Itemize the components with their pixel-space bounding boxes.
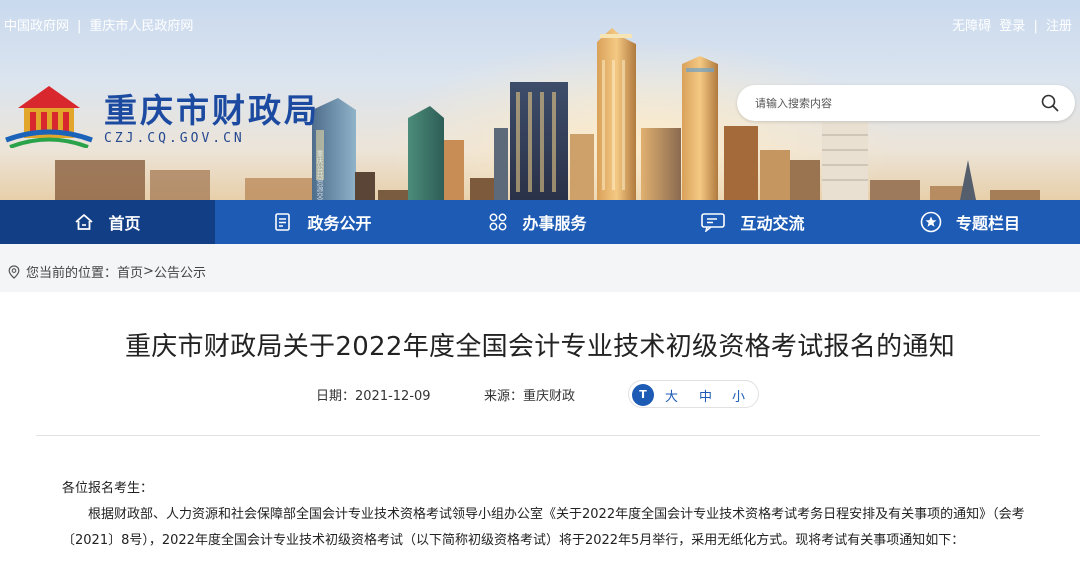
article-source: 来源：重庆财政 xyxy=(484,385,575,404)
main-nav: 首页 政务公开 办事服务 互动交流 专题栏目 xyxy=(0,200,1080,244)
document-icon xyxy=(275,213,291,231)
link-gov-cn[interactable]: 中国政府网 xyxy=(4,15,69,34)
breadcrumb-separator: > xyxy=(143,264,154,279)
nav-item-label: 互动交流 xyxy=(740,214,805,233)
nav-item-label: 首页 xyxy=(108,214,141,233)
link-register[interactable]: 注册 xyxy=(1046,15,1072,34)
nav-item-label: 专题栏目 xyxy=(955,214,1020,233)
source-label: 来源： xyxy=(484,389,524,404)
top-right-links: 无障碍 登录 | 注册 xyxy=(948,15,1072,34)
grid-icon xyxy=(490,213,507,231)
font-size-icon: T xyxy=(632,384,654,406)
nav-item-label: 政务公开 xyxy=(307,214,372,233)
separator: | xyxy=(1033,19,1038,34)
date-value: 2021-12-09 xyxy=(355,389,431,404)
nav-item-services[interactable]: 办事服务 xyxy=(430,200,645,244)
site-title[interactable]: 重庆市财政局 xyxy=(104,84,320,132)
header-banner: 重庆公共资源交易中心 中国政府网 | 重庆市人民政府网 无障碍 登录 | 注册 重庆… xyxy=(0,0,1080,200)
building-sign: 重庆公共资源交易中心 xyxy=(316,150,324,200)
article-salutation: 各位报名考生： xyxy=(62,481,154,496)
top-bar: 中国政府网 | 重庆市人民政府网 无障碍 登录 | 注册 xyxy=(0,0,1080,46)
font-size-medium-button[interactable]: 中 xyxy=(699,386,712,405)
search-icon[interactable] xyxy=(1041,94,1059,112)
location-pin-icon xyxy=(8,264,20,279)
article-paragraph: 根据财政部、人力资源和社会保障部全国会计专业技术资格考试领导小组办公室《关于20… xyxy=(62,507,1025,548)
nav-item-home[interactable]: 首页 xyxy=(0,200,215,244)
breadcrumb-current[interactable]: 公告公示 xyxy=(154,262,206,281)
article-body: 各位报名考生： 根据财政部、人力资源和社会保障部全国会计专业技术资格考试领导小组… xyxy=(62,476,1032,554)
link-login[interactable]: 登录 xyxy=(999,15,1025,34)
nav-item-special-topics[interactable]: 专题栏目 xyxy=(860,200,1080,244)
divider xyxy=(36,435,1040,436)
site-logo-icon[interactable] xyxy=(4,78,94,148)
site-domain: CZJ.CQ.GOV.CN xyxy=(104,131,245,146)
article-title: 重庆市财政局关于2022年度全国会计专业技术初级资格考试报名的通知 xyxy=(124,332,956,362)
search-box xyxy=(737,85,1075,121)
search-input[interactable] xyxy=(755,94,1025,112)
chat-icon xyxy=(701,213,726,232)
nav-item-interaction[interactable]: 互动交流 xyxy=(645,200,860,244)
separator: | xyxy=(77,19,82,34)
date-label: 日期： xyxy=(316,389,356,404)
link-cq-gov[interactable]: 重庆市人民政府网 xyxy=(89,15,193,34)
breadcrumb-home-link[interactable]: 首页 xyxy=(117,262,143,281)
breadcrumb-prefix: 您当前的位置： xyxy=(26,266,118,281)
breadcrumb: 您当前的位置： 首页 > 公告公示 xyxy=(8,262,206,281)
font-size-small-button[interactable]: 小 xyxy=(732,386,745,405)
source-value: 重庆财政 xyxy=(523,389,576,404)
link-accessibility[interactable]: 无障碍 xyxy=(952,15,991,34)
font-size-large-button[interactable]: 大 xyxy=(665,386,678,405)
nav-item-label: 办事服务 xyxy=(522,214,587,233)
star-badge-icon xyxy=(920,211,942,233)
top-left-links: 中国政府网 | 重庆市人民政府网 xyxy=(4,15,193,34)
nav-item-government-affairs[interactable]: 政务公开 xyxy=(215,200,430,244)
article-meta: 日期：2021-12-09 来源：重庆财政 T 大 中 小 xyxy=(0,380,1080,408)
article-date: 日期：2021-12-09 xyxy=(316,385,431,404)
font-size-switcher: T 大 中 小 xyxy=(628,380,759,408)
article-card: 重庆市财政局关于2022年度全国会计专业技术初级资格考试报名的通知 日期：202… xyxy=(0,292,1080,582)
home-icon xyxy=(75,214,94,230)
